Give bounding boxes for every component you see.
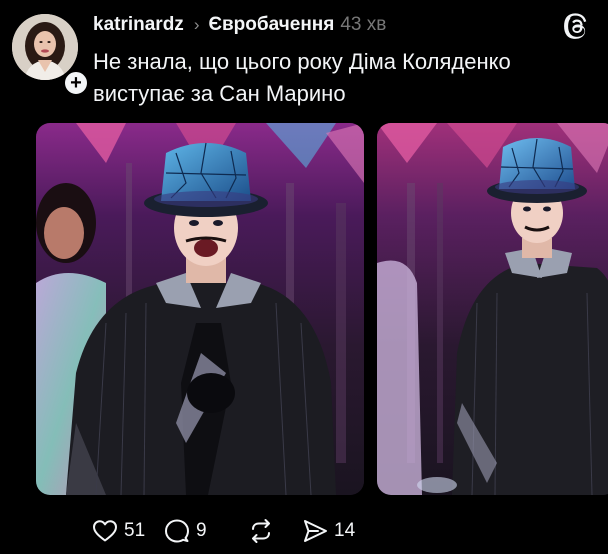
author-avatar-wrap[interactable]: + (12, 14, 90, 97)
performer-closeup-photo (36, 123, 364, 495)
threads-logo[interactable] (560, 12, 592, 44)
post-image-1[interactable] (36, 123, 364, 495)
repost-button[interactable] (248, 518, 302, 544)
like-button[interactable]: 51 (92, 519, 164, 543)
community-link[interactable]: Євробачення (208, 14, 334, 36)
post-caption: Не знала, що цього року Діма Коляденко в… (93, 46, 593, 110)
like-count: 51 (124, 520, 146, 541)
reply-count: 9 (196, 520, 207, 541)
heart-icon (93, 520, 117, 542)
share-count: 14 (334, 520, 356, 541)
thread-post: + katrinardz › Євробачення 43 хв Не знал… (0, 0, 608, 554)
share-button[interactable]: 14 (302, 518, 382, 544)
repost-icon (252, 519, 270, 543)
comment-icon (165, 519, 189, 543)
caption-line: Не знала, що цього року Діма Коляденко (93, 49, 511, 74)
threads-logo-icon (564, 13, 587, 39)
post-timestamp: 43 хв (340, 14, 387, 35)
username-link[interactable]: katrinardz (93, 14, 184, 36)
post-actions: 51 9 14 (92, 514, 382, 548)
share-icon (304, 520, 327, 542)
reply-button[interactable]: 9 (164, 518, 248, 544)
caption-line: виступає за Сан Марино (93, 81, 346, 106)
chevron-right-icon: › (193, 15, 200, 34)
plus-icon: + (70, 72, 82, 94)
post-image-2[interactable] (377, 123, 608, 495)
follow-button[interactable]: + (62, 69, 90, 97)
post-header: katrinardz › Євробачення 43 хв (93, 13, 386, 37)
performer-wide-photo (377, 123, 608, 495)
